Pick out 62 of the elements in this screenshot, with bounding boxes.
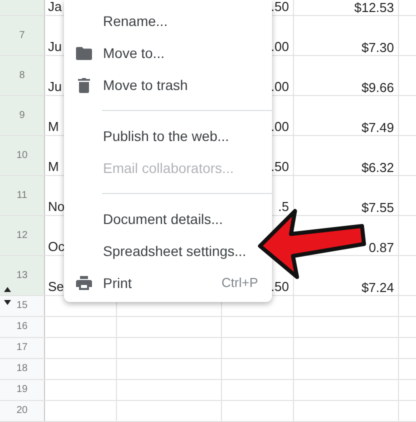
row-header[interactable]: 19 xyxy=(0,380,45,400)
shortcut-label: Ctrl+P xyxy=(222,274,258,292)
row-header[interactable]: 11 xyxy=(0,176,45,215)
row-header[interactable]: 10 xyxy=(0,136,45,175)
printer-icon xyxy=(76,276,92,290)
row-number: 12 xyxy=(16,230,28,242)
row-header[interactable]: 12 xyxy=(0,216,45,255)
table-cell: Ju xyxy=(48,79,62,94)
menu-item[interactable]: Publish to the web... xyxy=(64,120,232,152)
table-cell: M xyxy=(48,119,59,134)
row-number: 10 xyxy=(16,150,28,162)
table-cell: Se xyxy=(48,279,64,294)
folder-icon xyxy=(76,46,92,60)
table-cell: Ja xyxy=(48,0,62,14)
row-header[interactable]: 8 xyxy=(0,56,45,95)
table-cell: .50 xyxy=(270,0,289,14)
row-header[interactable]: 20 xyxy=(0,401,45,421)
table-cell: $7.30 xyxy=(361,40,394,55)
table-cell: $7.49 xyxy=(361,120,394,135)
row-header[interactable]: 9 xyxy=(0,96,45,135)
row-number: 16 xyxy=(16,321,28,333)
table-cell: 0.87 xyxy=(368,240,394,255)
row-number: 15 xyxy=(16,300,28,312)
table-cell: .5 xyxy=(278,199,289,214)
row-number: 13 xyxy=(16,270,28,282)
menu-item[interactable]: Move to trash xyxy=(64,69,190,101)
table-cell: Oc xyxy=(48,239,65,254)
row-number: 20 xyxy=(16,405,28,417)
table-cell: $12.53 xyxy=(354,0,394,15)
table-cell: $6.32 xyxy=(361,160,394,175)
table-cell: M xyxy=(48,159,59,174)
row-number: 9 xyxy=(19,110,25,122)
row-number: 19 xyxy=(16,384,28,396)
row-header[interactable]: 17 xyxy=(0,338,45,358)
row-header[interactable]: 18 xyxy=(0,359,45,379)
menu-item[interactable]: Document details... xyxy=(64,203,225,235)
row-number: 11 xyxy=(16,190,28,202)
row-number: 7 xyxy=(19,30,25,42)
trash-icon xyxy=(78,78,90,92)
menu-item[interactable]: Move to... xyxy=(64,37,166,69)
table-cell: $7.55 xyxy=(361,200,394,215)
table-cell: No xyxy=(48,199,65,214)
menu-item[interactable]: Print Ctrl+P xyxy=(64,267,272,299)
row-header[interactable]: 7 xyxy=(0,16,45,55)
table-cell: .50 xyxy=(270,279,289,294)
table-cell: Ju xyxy=(48,39,62,54)
row-number: 17 xyxy=(16,342,28,354)
row-header[interactable]: 16 xyxy=(0,317,45,337)
row-header[interactable]: 15 xyxy=(0,296,45,316)
table-cell: $7.24 xyxy=(361,280,394,295)
row-number: 18 xyxy=(16,363,28,375)
table-cell: $9.66 xyxy=(361,80,394,95)
table-cell: .50 xyxy=(270,159,289,174)
table-cell: .00 xyxy=(270,39,289,54)
row-header[interactable]: 13 xyxy=(0,256,45,295)
menu-item[interactable]: Spreadsheet settings... xyxy=(64,235,248,267)
expand-up-icon[interactable] xyxy=(4,287,11,292)
table-cell: .00 xyxy=(270,119,289,134)
expand-down-icon[interactable] xyxy=(4,300,11,305)
table-cell: .00 xyxy=(270,79,289,94)
menu-item[interactable]: Rename... xyxy=(64,5,170,37)
row-number: 8 xyxy=(19,70,25,82)
